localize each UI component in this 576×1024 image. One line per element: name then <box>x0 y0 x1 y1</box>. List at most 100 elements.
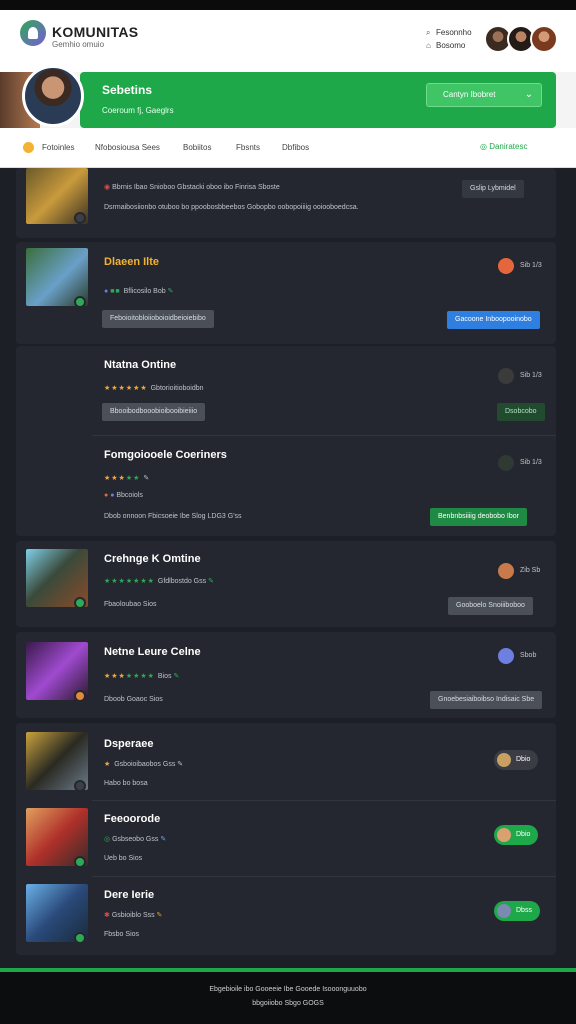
item-meta: ★ Gsboioibaobos Gss ✎ <box>104 761 184 768</box>
secondary-button[interactable]: Gslip Lybmidel <box>462 180 524 198</box>
list-item-group <box>16 723 556 955</box>
status-pill[interactable]: Dbio <box>494 825 539 845</box>
item-title: Feeoorode <box>104 813 161 825</box>
secondary-button[interactable]: Gnoebesiaiboibso Indisaic Sbe <box>430 691 543 709</box>
item-title: Dere Ierie <box>104 889 155 901</box>
profile-avatar[interactable] <box>22 65 84 127</box>
tag-chip[interactable]: Feboioitobloiioboioidbeioiebibo <box>102 310 214 328</box>
item-meta-2: Habo bo bosa <box>104 780 148 787</box>
flame-icon: ◉ <box>104 184 113 191</box>
item-meta: ✱ Gsbioiblo Sss ✎ <box>104 912 163 919</box>
pencil-icon: ✎ <box>175 761 184 768</box>
globe-icon: ◎ <box>104 836 113 843</box>
chevron-down-icon: ⌄ <box>524 89 533 100</box>
item-meta: ★★★★★★ Gbtorioitioboidbn <box>104 385 204 392</box>
brand-name: KOMUNITAS <box>52 24 139 40</box>
item-meta: ◉ Bbrnis Ibao Snioboo Gbstacki oboo ibo … <box>104 184 280 191</box>
star-rating-icon: ★★★ <box>104 673 126 680</box>
user-avatar[interactable] <box>498 455 514 471</box>
sun-icon <box>23 142 34 153</box>
user-avatar[interactable] <box>498 368 514 384</box>
user-avatar[interactable] <box>498 258 514 274</box>
item-title: Netne Leure Celne <box>104 646 201 658</box>
item-count: Zib Sb <box>520 567 541 574</box>
tab-action-link[interactable]: ◎ Daniratesc <box>480 142 527 151</box>
user-avatar <box>497 904 511 918</box>
tag-chip[interactable]: Bbooibodbooobioibooibieiiio <box>102 403 206 421</box>
list-item[interactable]: ◉ Bbrnis Ibao Snioboo Gbstacki oboo ibo … <box>16 168 556 238</box>
secondary-button[interactable]: Gooboelo Snoiiiboboo <box>448 597 533 615</box>
item-meta-2: Fbaoloubao Sios <box>104 601 157 608</box>
user-avatar[interactable] <box>498 648 514 664</box>
status-button[interactable]: Dsobcobo <box>497 403 545 421</box>
status-bar <box>0 0 576 10</box>
list-item[interactable]: Dlaeen Ilte ● ■■ Bflicosilo Bob ✎ Feboio… <box>16 242 556 344</box>
list-item[interactable]: Netne Leure Celne ★★★★★★★ Bios ✎ Dboob G… <box>16 632 556 718</box>
pencil-icon: ✎ <box>165 288 174 295</box>
header-link-search[interactable]: ⌕ Fesonnho <box>426 28 472 38</box>
item-title: Dsperaee <box>104 738 154 750</box>
item-title: Crehnge K Omtine <box>104 553 201 565</box>
primary-button[interactable]: Benbnbsiiiig deobobo Ibor <box>430 508 527 526</box>
footer <box>0 968 576 1024</box>
pencil-icon: ✎ <box>206 578 214 585</box>
item-description: Dsrmaibosiionbo otuboo bo ppoobosbbeebos… <box>104 204 359 211</box>
star-rating-icon: ★★★★★★★ <box>104 578 158 585</box>
header-link-bookmark[interactable]: ⌂ Bosomo <box>426 41 465 50</box>
item-title: Fomgoiooele Coeriners <box>104 449 227 461</box>
status-pill[interactable]: Dbio <box>494 750 539 770</box>
rating-icon: ■■ <box>110 288 124 295</box>
online-badge-icon <box>74 597 86 609</box>
divider <box>92 800 556 801</box>
profile-subtitle: Coeroum fj, Gaeglrs <box>102 106 174 115</box>
fire-icon: ✱ <box>104 912 112 919</box>
online-badge-icon <box>74 296 86 308</box>
item-meta-2: Fbsbo Sios <box>104 931 140 938</box>
tab-1[interactable]: Nfobosiousa Sees <box>95 143 160 152</box>
item-meta: ◎ Gsbseobo Gss ✎ <box>104 836 167 843</box>
pencil-icon: ✎ <box>143 475 150 482</box>
pencil-icon: ✎ <box>158 836 167 843</box>
star-rating-icon: ★ <box>104 761 115 768</box>
brand-subtitle: Gemhio omuio <box>52 40 105 49</box>
user-avatar[interactable] <box>498 563 514 579</box>
header-avatar-3[interactable] <box>530 25 558 53</box>
item-count: Sbob <box>520 652 537 659</box>
item-meta-2: Dboob Goaoc Sios <box>104 696 163 703</box>
divider <box>92 435 556 436</box>
bookmark-icon: ⌂ <box>426 41 431 50</box>
search-icon: ⌕ <box>426 28 431 37</box>
online-badge-icon <box>74 932 86 944</box>
status-pill[interactable]: Dbss <box>494 901 540 921</box>
pencil-icon: ✎ <box>171 673 180 680</box>
tab-0[interactable]: Fotoinles <box>42 143 74 152</box>
platform-badge-icon <box>74 212 86 224</box>
footer-subtext: bbgoiiobo Sbgo GOGS <box>252 1000 324 1007</box>
logo-icon <box>20 20 46 46</box>
tab-3[interactable]: Fbsnts <box>236 143 260 152</box>
profile-name: Sebetins <box>102 83 153 97</box>
platform-badge-icon <box>74 690 86 702</box>
item-title: Dlaeen Ilte <box>104 256 160 268</box>
online-badge-icon <box>74 856 86 868</box>
app-header: KOMUNITAS Gemhio omuio ⌕ Fesonnho ⌂ Bosomo <box>0 10 576 72</box>
user-avatar <box>497 753 511 767</box>
item-meta-2: Ueb bo Sios <box>104 855 143 862</box>
tab-4[interactable]: Dbfibos <box>282 143 309 152</box>
item-count: Sib 1/3 <box>520 372 542 379</box>
star-rating-icon: ★★★★★★ <box>104 385 151 392</box>
list-item[interactable]: Crehnge K Omtine ★★★★★★★ Gfdlbostdo Gss … <box>16 541 556 627</box>
platform-badge-icon <box>74 780 86 792</box>
profile-action-button[interactable]: Cantyn Ibobret ⌄ <box>426 83 542 107</box>
divider <box>92 876 556 877</box>
item-count: Sib 1/3 <box>520 459 542 466</box>
item-count: Sib 1/3 <box>520 262 542 269</box>
tab-2[interactable]: Bobiitos <box>183 143 211 152</box>
primary-button[interactable]: Gacoone Inboopooinobo <box>447 311 540 329</box>
item-meta: ★★★★★★★ Gfdlbostdo Gss ✎ <box>104 578 214 585</box>
item-meta-2: ● ● Bbcoiols <box>104 492 143 499</box>
globe-icon: ◎ <box>480 142 490 151</box>
pencil-icon: ✎ <box>154 912 163 919</box>
user-avatar <box>497 828 511 842</box>
item-description: Dbob onnoon Fbicsoeie Ibe Slog LDG3 G'ss <box>104 513 242 520</box>
